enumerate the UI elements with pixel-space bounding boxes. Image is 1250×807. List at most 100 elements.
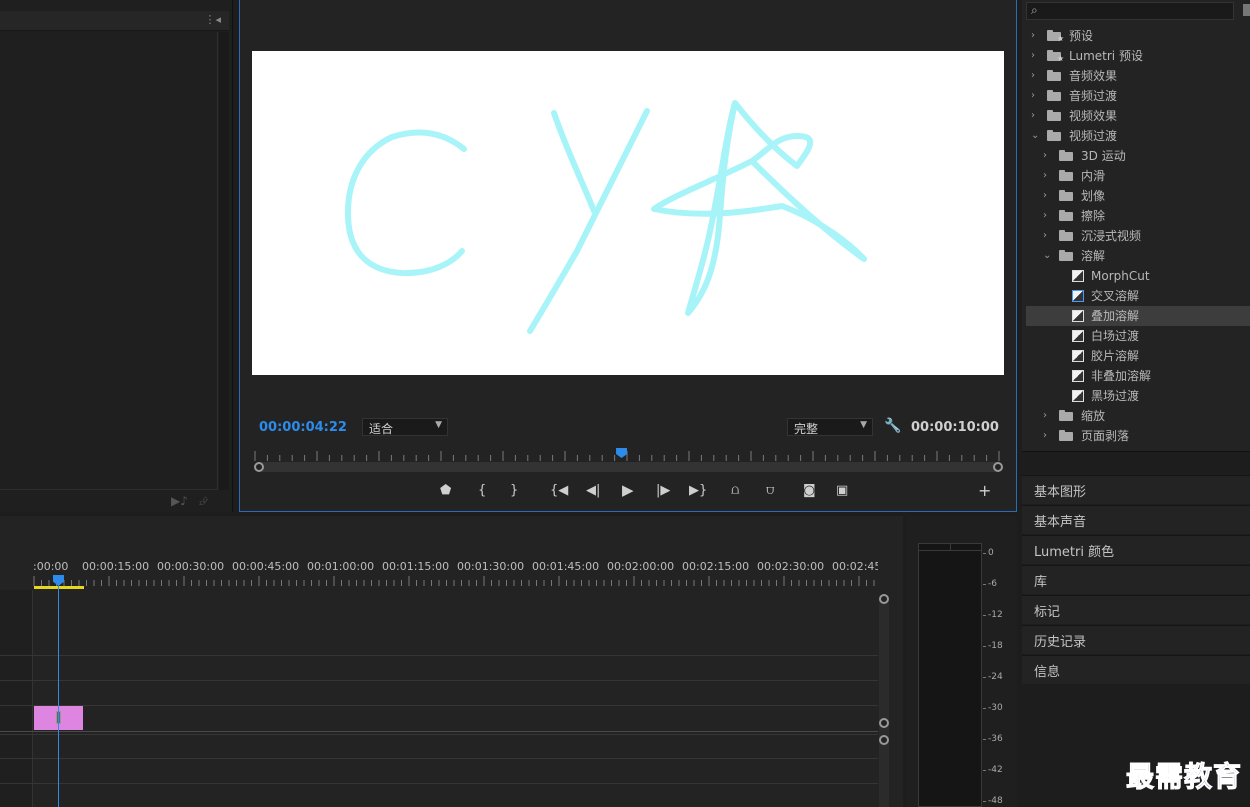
zoom-select[interactable]: 适合 ▼	[362, 418, 448, 436]
scrub-in-handle[interactable]	[254, 462, 264, 472]
folder-item[interactable]: › ★ Lumetri 预设	[1026, 46, 1250, 66]
folder-icon	[1047, 70, 1061, 81]
go-to-out-icon[interactable]: ▶}	[689, 483, 707, 498]
effect-item[interactable]: 交叉溶解	[1026, 286, 1250, 306]
side-panel-tab[interactable]: 历史记录	[1022, 625, 1250, 654]
side-panel-tab[interactable]: 基本图形	[1022, 475, 1250, 504]
chevron-right-icon[interactable]: ›	[1031, 46, 1035, 66]
effect-item[interactable]: 黑场过渡	[1026, 386, 1250, 406]
chevron-down-icon[interactable]: ⌄	[1043, 246, 1051, 266]
track-divider	[0, 731, 878, 732]
mark-in-icon[interactable]: {	[478, 483, 486, 498]
folder-icon	[1059, 170, 1073, 181]
lift-icon[interactable]: ⩍	[731, 483, 739, 498]
quality-select[interactable]: 完整 ▼	[787, 418, 873, 436]
wrench-icon[interactable]: 🔧	[884, 418, 901, 434]
folder-icon	[1047, 110, 1061, 121]
scrub-out-handle[interactable]	[993, 462, 1003, 472]
chevron-right-icon[interactable]: ›	[1031, 106, 1035, 126]
video-frame[interactable]	[252, 51, 1004, 375]
ruler-label: 00:00:15:00	[82, 560, 150, 573]
folder-item[interactable]: › 缩放	[1026, 406, 1250, 426]
folder-item[interactable]: › ★ 预设	[1026, 26, 1250, 46]
track-divider	[0, 680, 878, 681]
tree-item-label: 音频效果	[1069, 69, 1118, 83]
track-headers[interactable]	[0, 590, 33, 807]
panel-menu-icon[interactable]: ⋮◂	[204, 13, 221, 26]
play-icon[interactable]: ▶	[622, 481, 634, 499]
transition-icon	[1072, 270, 1084, 282]
meter-tick	[983, 770, 986, 771]
tree-item-label: 交叉溶解	[1091, 289, 1140, 303]
effect-item[interactable]: 胶片溶解	[1026, 346, 1250, 366]
chevron-right-icon[interactable]: ›	[1043, 166, 1047, 186]
timeline-playhead-line[interactable]	[58, 585, 59, 807]
folder-item[interactable]: › 3D 运动	[1026, 146, 1250, 166]
chevron-right-icon[interactable]: ›	[1043, 406, 1047, 426]
ruler-label: 00:01:00:00	[307, 560, 375, 573]
side-panel-tab[interactable]: 库	[1022, 565, 1250, 594]
timeline-ruler-ticks[interactable]	[33, 576, 878, 586]
new-bin-icon[interactable]	[1243, 4, 1250, 16]
extract-icon[interactable]: ⩌	[766, 483, 774, 498]
timeline-vertical-scrollbar[interactable]	[879, 594, 889, 807]
go-to-in-icon[interactable]: {◀	[550, 483, 568, 498]
chevron-right-icon[interactable]: ›	[1043, 226, 1047, 246]
chevron-down-icon[interactable]: ⌄	[1031, 126, 1039, 146]
compare-icon[interactable]: ▣	[836, 483, 848, 498]
side-panel-tab[interactable]: 标记	[1022, 595, 1250, 624]
side-panel-tab[interactable]: Lumetri 颜色	[1022, 535, 1250, 564]
track-divider	[0, 758, 878, 759]
meter-scale-label: -48	[988, 796, 1003, 806]
folder-item[interactable]: › 页面剥落	[1026, 426, 1250, 446]
chevron-right-icon[interactable]: ›	[1031, 86, 1035, 106]
effect-item[interactable]: 非叠加溶解	[1026, 366, 1250, 386]
chevron-right-icon[interactable]: ›	[1043, 186, 1047, 206]
folder-item[interactable]: ⌄ 溶解	[1026, 246, 1250, 266]
new-item-icon[interactable]: ⮵	[199, 494, 209, 509]
chevron-right-icon[interactable]: ›	[1043, 426, 1047, 446]
side-panel-tab[interactable]: 基本声音	[1022, 505, 1250, 534]
monitor-scrubber[interactable]	[254, 462, 1003, 472]
marker-icon[interactable]: ⬟	[440, 483, 451, 498]
effect-item[interactable]: 叠加溶解	[1026, 306, 1250, 326]
scroll-knob[interactable]	[879, 735, 889, 745]
folder-item[interactable]: › 划像	[1026, 186, 1250, 206]
project-list-area[interactable]	[0, 32, 218, 490]
scroll-knob[interactable]	[879, 594, 889, 604]
folder-item[interactable]: ⌄ 视频过渡	[1026, 126, 1250, 146]
current-timecode[interactable]: 00:00:04:22	[259, 420, 347, 435]
chevron-right-icon[interactable]: ›	[1043, 206, 1047, 226]
step-back-icon[interactable]: ◀|	[586, 483, 600, 498]
folder-item[interactable]: › 内滑	[1026, 166, 1250, 186]
chevron-right-icon[interactable]: ›	[1031, 26, 1035, 46]
export-frame-icon[interactable]: ◙	[803, 483, 816, 498]
scroll-knob[interactable]	[879, 718, 889, 728]
tree-item-label: 3D 运动	[1081, 149, 1126, 163]
folder-item[interactable]: › 擦除	[1026, 206, 1250, 226]
meter-scale-label: -6	[988, 579, 997, 589]
step-forward-icon[interactable]: |▶	[656, 483, 670, 498]
watermark: 最需教育	[1125, 760, 1243, 794]
work-area-bar[interactable]	[34, 586, 84, 589]
effects-search-input[interactable]	[1026, 2, 1234, 20]
side-panel-tab[interactable]: 信息	[1022, 655, 1250, 684]
folder-item[interactable]: › 视频效果	[1026, 106, 1250, 126]
mark-out-icon[interactable]: }	[510, 483, 518, 498]
zoom-select-value: 适合	[369, 422, 394, 436]
folder-item[interactable]: › 音频效果	[1026, 66, 1250, 86]
effect-item[interactable]: 白场过渡	[1026, 326, 1250, 346]
timeline-ruler-labels[interactable]: :00:00 00:00:15:00 00:00:30:00 00:00:45:00 0…	[33, 560, 878, 574]
chevron-right-icon[interactable]: ›	[1031, 66, 1035, 86]
tree-item-label: 擦除	[1081, 209, 1106, 223]
project-scrollbar[interactable]	[219, 32, 229, 490]
chevron-right-icon[interactable]: ›	[1043, 146, 1047, 166]
video-drawing	[344, 100, 867, 334]
folder-item[interactable]: › 音频过渡	[1026, 86, 1250, 106]
tree-item-label: 缩放	[1081, 409, 1106, 423]
monitor-time-ruler[interactable]	[252, 449, 1004, 461]
effect-item[interactable]: MorphCut	[1026, 266, 1250, 286]
folder-item[interactable]: › 沉浸式视频	[1026, 226, 1250, 246]
automate-to-sequence-icon[interactable]: ▶♪	[171, 494, 188, 508]
add-button-icon[interactable]: +	[978, 481, 991, 500]
